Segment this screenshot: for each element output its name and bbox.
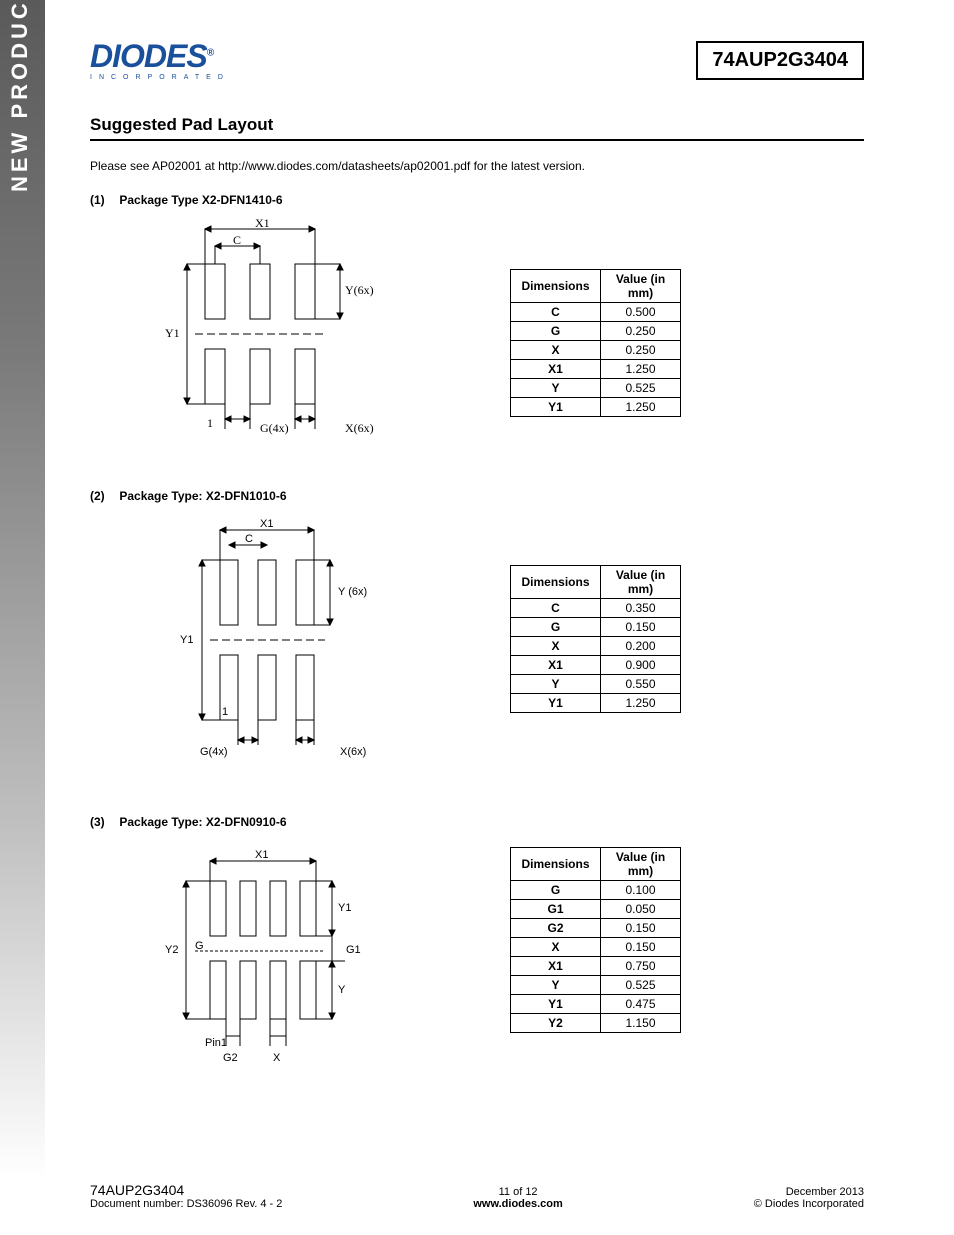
dim-table-2: DimensionsValue (in mm) C0.350 G0.150 X0…	[510, 565, 681, 713]
svg-text:X(6x): X(6x)	[340, 746, 366, 758]
pad-diagram-1: X1 C Y1 Y(6x) 1	[90, 219, 450, 449]
lbl-y6x: Y(6x)	[345, 283, 374, 297]
package-block-2: (2) Package Type: X2-DFN1010-6 X1 C	[90, 489, 864, 775]
pad-diagram-3: X1 Y1 G1 Y Y2	[90, 841, 450, 1091]
lbl-y1: Y1	[165, 326, 180, 340]
svg-text:G: G	[195, 940, 204, 952]
package-header: (1) Package Type X2-DFN1410-6	[90, 193, 864, 207]
svg-text:Pin1: Pin1	[205, 1037, 227, 1049]
package-block-3: (3) Package Type: X2-DFN0910-6 X1 Y1	[90, 815, 864, 1091]
svg-text:C: C	[245, 533, 253, 545]
svg-text:Y (6x): Y (6x)	[338, 586, 367, 598]
lbl-c: C	[233, 233, 241, 247]
svg-text:Y1: Y1	[338, 902, 351, 914]
svg-text:1: 1	[222, 706, 228, 718]
lbl-x6x: X(6x)	[345, 421, 374, 435]
main-content: Suggested Pad Layout Please see AP02001 …	[90, 115, 864, 1131]
package-block-1: (1) Package Type X2-DFN1410-6 X1 C	[90, 193, 864, 449]
section-title: Suggested Pad Layout	[90, 115, 864, 141]
pad-diagram-2: X1 C Y (6x) Y1 1	[90, 515, 450, 775]
lbl-one: 1	[207, 416, 213, 430]
dim-table-1: DimensionsValue (in mm) C0.500 G0.250 X0…	[510, 269, 681, 417]
page-header: DIODES® INCORPORATED 74AUP2G3404	[90, 30, 864, 90]
logo-main: DIODES®	[90, 40, 260, 72]
lbl-g: G(4x)	[260, 421, 289, 435]
side-banner: NEW PRODUCT	[0, 0, 45, 1180]
intro-text: Please see AP02001 at http://www.diodes.…	[90, 159, 864, 173]
svg-text:G1: G1	[346, 944, 361, 956]
dim-table-3: DimensionsValue (in mm) G0.100 G10.050 G…	[510, 847, 681, 1033]
svg-text:Y1: Y1	[180, 634, 193, 646]
part-number-box: 74AUP2G3404	[696, 41, 864, 80]
svg-text:G2: G2	[223, 1052, 238, 1064]
package-header: (2) Package Type: X2-DFN1010-6	[90, 489, 864, 503]
logo: DIODES® INCORPORATED	[90, 40, 260, 81]
svg-text:X: X	[273, 1052, 281, 1064]
page-footer: 74AUP2G3404 Document number: DS36096 Rev…	[90, 1182, 864, 1210]
lbl-x1: X1	[255, 219, 270, 230]
logo-sub: INCORPORATED	[90, 74, 260, 81]
package-header: (3) Package Type: X2-DFN0910-6	[90, 815, 864, 829]
svg-text:X1: X1	[260, 518, 273, 530]
svg-text:G(4x): G(4x)	[200, 746, 228, 758]
footer-left: 74AUP2G3404 Document number: DS36096 Rev…	[90, 1182, 282, 1210]
svg-text:X1: X1	[255, 849, 268, 861]
svg-text:Y: Y	[338, 984, 346, 996]
footer-right: December 2013 © Diodes Incorporated	[754, 1186, 864, 1210]
side-banner-text: NEW PRODUCT	[7, 0, 33, 192]
svg-text:Y2: Y2	[165, 944, 178, 956]
footer-center: 11 of 12 www.diodes.com	[473, 1186, 562, 1210]
